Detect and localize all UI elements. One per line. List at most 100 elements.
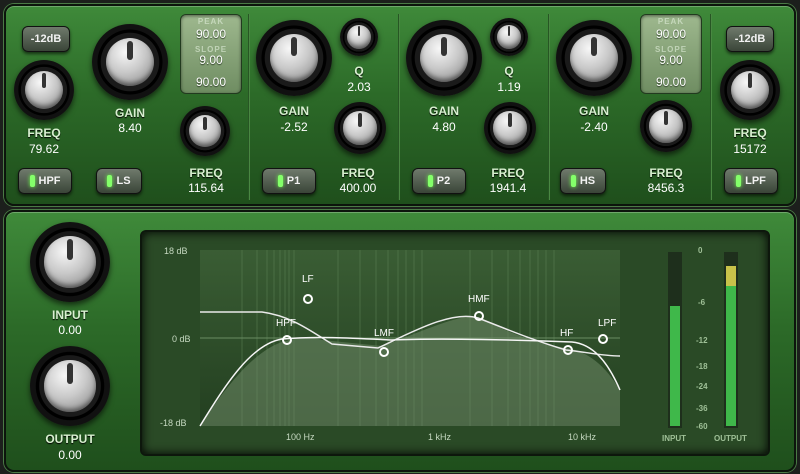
ls-peak-label: PEAK (197, 17, 225, 26)
meter-scale-6: -6 (698, 298, 706, 307)
ls-button-label: LS (116, 175, 131, 187)
eq-curve-display: 18 dB 0 dB -18 dB 100 Hz 1 kHz 10 kHz LF… (140, 230, 770, 456)
hpf-freq-value: 79.62 (28, 142, 60, 156)
p2-button[interactable]: P2 (412, 168, 466, 194)
lpf-freq-value: 15172 (733, 142, 767, 156)
hs-led (570, 175, 576, 187)
hpf-pad-button[interactable]: -12dB (22, 26, 70, 52)
p1-q-knob[interactable] (340, 18, 378, 56)
ls-slope-readout: PEAK 90.00 SLOPE 9.00 90.00 (180, 14, 242, 94)
p2-q-label: Q (504, 64, 514, 78)
p1-gain-knob[interactable] (256, 20, 332, 96)
lpf-pad-label: -12dB (734, 33, 766, 45)
hs-readout-top: 90.00 (655, 27, 687, 41)
node-label-hmf: HMF (468, 294, 490, 305)
p2-button-label: P2 (436, 175, 451, 187)
p1-button-label: P1 (286, 175, 301, 187)
meter-scale-18: -18 (696, 362, 708, 371)
meter-scale-12: -12 (696, 336, 708, 345)
hpf-button-label: HPF (38, 175, 61, 187)
hs-gain-label: GAIN (579, 104, 609, 118)
hs-peak-label: PEAK (657, 17, 685, 26)
p2-gain-knob[interactable] (406, 20, 482, 96)
hs-gain-value: -2.40 (580, 120, 608, 134)
hs-readout-mid: 9.00 (659, 53, 683, 67)
output-meter-level (726, 286, 736, 426)
eq-curve-svg (199, 250, 738, 428)
p1-freq-knob[interactable] (334, 102, 386, 154)
output-label: OUTPUT (45, 432, 95, 446)
ls-gain-knob[interactable] (92, 24, 168, 100)
input-value: 0.00 (58, 323, 82, 337)
lpf-freq-knob[interactable] (720, 60, 780, 120)
freq-label-100: 100 Hz (286, 432, 315, 442)
p1-q-label: Q (354, 64, 364, 78)
meter-scale-36: -36 (696, 404, 708, 413)
node-label-lmf: LMF (374, 328, 394, 339)
lpf-button[interactable]: LPF (724, 168, 778, 194)
ls-button[interactable]: LS (96, 168, 142, 194)
ls-freq-knob[interactable] (180, 106, 230, 156)
hpf-pad-label: -12dB (30, 33, 62, 45)
p2-gain-value: 4.80 (432, 120, 456, 134)
lpf-freq-label: FREQ (733, 126, 767, 140)
freq-label-1k: 1 kHz (428, 432, 452, 442)
p2-gain-label: GAIN (429, 104, 459, 118)
p2-q-knob[interactable] (490, 18, 528, 56)
node-label-lf: LF (302, 274, 314, 285)
ls-readout-mid: 9.00 (199, 53, 223, 67)
hs-freq-label: FREQ (649, 166, 683, 180)
hpf-freq-label: FREQ (27, 126, 61, 140)
input-meter-level (670, 306, 680, 426)
band-divider (548, 14, 550, 200)
p1-gain-label: GAIN (279, 104, 309, 118)
p2-freq-label: FREQ (491, 166, 525, 180)
input-meter-label: INPUT (662, 434, 686, 443)
lpf-pad-button[interactable]: -12dB (726, 26, 774, 52)
input-knob[interactable] (30, 222, 110, 302)
hs-freq-value: 8456.3 (647, 181, 685, 195)
hpf-freq-knob[interactable] (14, 60, 74, 120)
hs-button-label: HS (579, 175, 596, 187)
input-label: INPUT (52, 308, 88, 322)
output-knob[interactable] (30, 346, 110, 426)
db-label-mid: 0 dB (172, 334, 191, 344)
db-label-bottom: -18 dB (160, 418, 187, 428)
node-label-hf: HF (560, 328, 574, 339)
p1-led (277, 175, 283, 187)
band-divider (710, 14, 712, 200)
p1-button[interactable]: P1 (262, 168, 316, 194)
meter-scale-60: -60 (696, 422, 708, 431)
p2-led (427, 175, 433, 187)
hs-gain-knob[interactable] (556, 20, 632, 96)
p1-gain-value: -2.52 (280, 120, 308, 134)
node-label-hpf: HPF (276, 318, 296, 329)
freq-label-10k: 10 kHz (568, 432, 597, 442)
band-divider (248, 14, 250, 200)
ls-freq-label: FREQ (189, 166, 223, 180)
ls-readout-top: 90.00 (195, 27, 227, 41)
lpf-led (736, 175, 742, 187)
output-meter-label: OUTPUT (714, 434, 747, 443)
p2-freq-value: 1941.4 (489, 181, 527, 195)
hs-slope-readout: PEAK 90.00 SLOPE 9.00 90.00 (640, 14, 702, 94)
meter-scale-0: 0 (698, 246, 703, 255)
lpf-button-label: LPF (745, 175, 766, 187)
p1-freq-label: FREQ (341, 166, 375, 180)
ls-gain-label: GAIN (115, 106, 145, 120)
hs-readout-bottom: 90.00 (655, 75, 687, 89)
p2-q-value: 1.19 (497, 80, 521, 94)
hpf-button[interactable]: HPF (18, 168, 72, 194)
ls-led (107, 175, 113, 187)
hpf-led (29, 175, 35, 187)
ls-freq-value: 115.64 (188, 181, 224, 195)
output-value: 0.00 (58, 448, 82, 462)
p1-freq-value: 400.00 (339, 181, 377, 195)
hs-button[interactable]: HS (560, 168, 606, 194)
ls-gain-value: 8.40 (118, 121, 142, 135)
hs-freq-knob[interactable] (640, 100, 692, 152)
p2-freq-knob[interactable] (484, 102, 536, 154)
meter-scale-24: -24 (696, 382, 708, 391)
output-meter-peak (726, 266, 736, 286)
node-label-lpf: LPF (598, 318, 617, 329)
